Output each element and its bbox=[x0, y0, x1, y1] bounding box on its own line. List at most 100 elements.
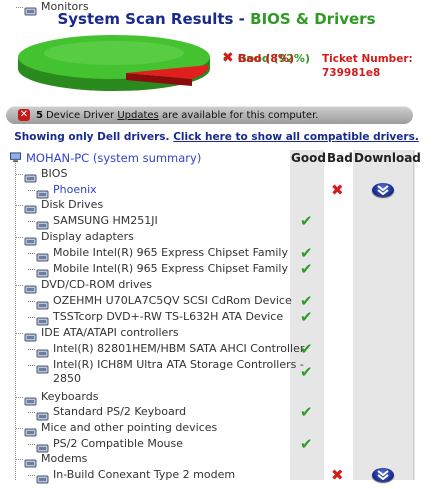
tree-connector bbox=[16, 459, 23, 460]
tree-connector bbox=[28, 365, 35, 366]
x-icon: ✖ bbox=[222, 50, 234, 66]
category-icon bbox=[24, 169, 37, 183]
device-icon bbox=[36, 344, 49, 358]
ticket-number: Ticket Number: 739981e8 bbox=[322, 52, 413, 80]
check-icon: ✔ bbox=[300, 212, 313, 230]
category-row[interactable]: Monitors bbox=[0, 0, 433, 16]
filter-notice: Showing only Dell drivers. Click here to… bbox=[14, 131, 419, 143]
error-icon: ✕ bbox=[18, 109, 30, 121]
category-row[interactable]: BIOS bbox=[0, 167, 433, 183]
category-row[interactable]: Modems bbox=[0, 452, 433, 468]
device-row[interactable]: Mobile Intel(R) 965 Express Chipset Fami… bbox=[0, 244, 433, 262]
category-label: Monitors bbox=[41, 0, 89, 13]
check-icon: ✔ bbox=[300, 403, 313, 421]
category-icon bbox=[24, 200, 37, 214]
device-label: Intel(R) 82801HEM/HBM SATA AHCI Controll… bbox=[53, 342, 305, 355]
device-row[interactable]: PS/2 Compatible Mouse ✔ bbox=[0, 435, 433, 453]
category-label: BIOS bbox=[41, 167, 68, 180]
check-icon: ✔ bbox=[300, 308, 313, 326]
category-row[interactable]: DVD/CD-ROM drives bbox=[0, 278, 433, 294]
tree-connector bbox=[16, 7, 23, 8]
computer-icon bbox=[10, 152, 21, 163]
tree-connector bbox=[28, 444, 35, 445]
device-row[interactable]: Intel(R) 82801HEM/HBM SATA AHCI Controll… bbox=[0, 340, 433, 358]
device-row[interactable]: Intel(R) ICH8M Ultra ATA Storage Control… bbox=[0, 358, 433, 385]
device-icon bbox=[36, 185, 49, 199]
category-label: Keyboards bbox=[41, 390, 99, 403]
device-icon bbox=[36, 264, 49, 278]
category-icon bbox=[24, 280, 37, 294]
device-icon bbox=[36, 407, 49, 421]
device-label: OZEHMH U70LA7C5QV SCSI CdRom Device bbox=[53, 294, 292, 307]
category-row[interactable]: Disk Drives bbox=[0, 198, 433, 214]
tree-connector bbox=[16, 174, 23, 175]
device-row[interactable]: TSSTcorp DVD+-RW TS-L632H ATA Device ✔ bbox=[0, 308, 433, 326]
tree-connector bbox=[28, 349, 35, 350]
update-count: 5 bbox=[36, 109, 43, 121]
category-row[interactable]: Mice and other pointing devices bbox=[0, 421, 433, 437]
check-icon: ✔ bbox=[300, 244, 313, 262]
tree-connector bbox=[16, 333, 23, 334]
tree-connector bbox=[16, 285, 23, 286]
category-row[interactable]: IDE ATA/ATAPI controllers bbox=[0, 326, 433, 342]
legend-bad: Bad (8%) bbox=[237, 52, 294, 65]
category-icon bbox=[24, 2, 37, 16]
device-label: PS/2 Compatible Mouse bbox=[53, 437, 184, 450]
category-label: IDE ATA/ATAPI controllers bbox=[41, 326, 179, 339]
category-icon bbox=[24, 328, 37, 342]
device-row[interactable]: SAMSUNG HM251JI ✔ bbox=[0, 212, 433, 230]
device-label: Phoenix bbox=[53, 183, 97, 196]
device-icon bbox=[36, 296, 49, 310]
tree-connector bbox=[28, 412, 35, 413]
ticket-value: 739981e8 bbox=[322, 67, 381, 79]
device-label: Standard PS/2 Keyboard bbox=[53, 405, 187, 418]
device-icon bbox=[36, 439, 49, 453]
device-icon bbox=[36, 470, 49, 484]
device-icon bbox=[36, 248, 49, 262]
device-label: Mobile Intel(R) 965 Express Chipset Fami… bbox=[53, 246, 288, 259]
ticket-label: Ticket Number: bbox=[322, 53, 413, 65]
category-label: Disk Drives bbox=[41, 198, 104, 211]
tree-connector bbox=[16, 397, 23, 398]
updates-banner: ✕ 5 Device Driver Updates are available … bbox=[6, 106, 413, 124]
tree-connector bbox=[28, 253, 35, 254]
device-label-continued: 2850 bbox=[53, 372, 81, 385]
updates-link[interactable]: Updates bbox=[117, 110, 158, 121]
device-row[interactable]: Standard PS/2 Keyboard ✔ bbox=[0, 403, 433, 421]
device-icon bbox=[36, 312, 49, 326]
category-icon bbox=[24, 232, 37, 246]
download-chevron-icon[interactable] bbox=[372, 183, 394, 197]
device-row[interactable]: Phoenix ✖ bbox=[0, 181, 433, 199]
tree-line-root bbox=[15, 163, 16, 480]
tree-connector bbox=[16, 205, 23, 206]
device-label: Intel(R) ICH8M Ultra ATA Storage Control… bbox=[53, 358, 304, 371]
device-label: SAMSUNG HM251JI bbox=[53, 214, 158, 227]
category-row[interactable]: Keyboards bbox=[0, 390, 433, 406]
tree-connector bbox=[28, 221, 35, 222]
tree-connector bbox=[28, 269, 35, 270]
check-icon: ✔ bbox=[300, 292, 313, 310]
device-icon bbox=[36, 216, 49, 230]
show-all-drivers-link[interactable]: Click here to show all compatible driver… bbox=[173, 131, 419, 143]
category-label: DVD/CD-ROM drives bbox=[41, 278, 152, 291]
check-icon: ✔ bbox=[300, 435, 313, 453]
device-icon bbox=[36, 360, 49, 374]
x-icon: ✖ bbox=[331, 181, 344, 199]
device-row[interactable]: OZEHMH U70LA7C5QV SCSI CdRom Device ✔ bbox=[0, 292, 433, 310]
device-row[interactable]: Mobile Intel(R) 965 Express Chipset Fami… bbox=[0, 262, 433, 278]
category-label: Modems bbox=[41, 452, 88, 465]
category-icon bbox=[24, 454, 37, 468]
tree-root[interactable]: MOHAN-PC (system summary) bbox=[0, 151, 433, 166]
check-icon: ✔ bbox=[300, 340, 313, 358]
category-icon bbox=[24, 392, 37, 406]
check-icon: ✔ bbox=[300, 363, 313, 381]
category-label: Mice and other pointing devices bbox=[41, 421, 218, 434]
device-row[interactable]: In-Build Conexant Type 2 modem ✖ bbox=[0, 468, 433, 484]
category-icon bbox=[24, 423, 37, 437]
device-label: In-Build Conexant Type 2 modem bbox=[53, 468, 236, 481]
tree-connector bbox=[16, 428, 23, 429]
tree-connector bbox=[16, 237, 23, 238]
category-row[interactable]: Display adapters bbox=[0, 230, 433, 246]
scan-pie-chart bbox=[18, 35, 210, 91]
category-label: Display adapters bbox=[41, 230, 134, 243]
